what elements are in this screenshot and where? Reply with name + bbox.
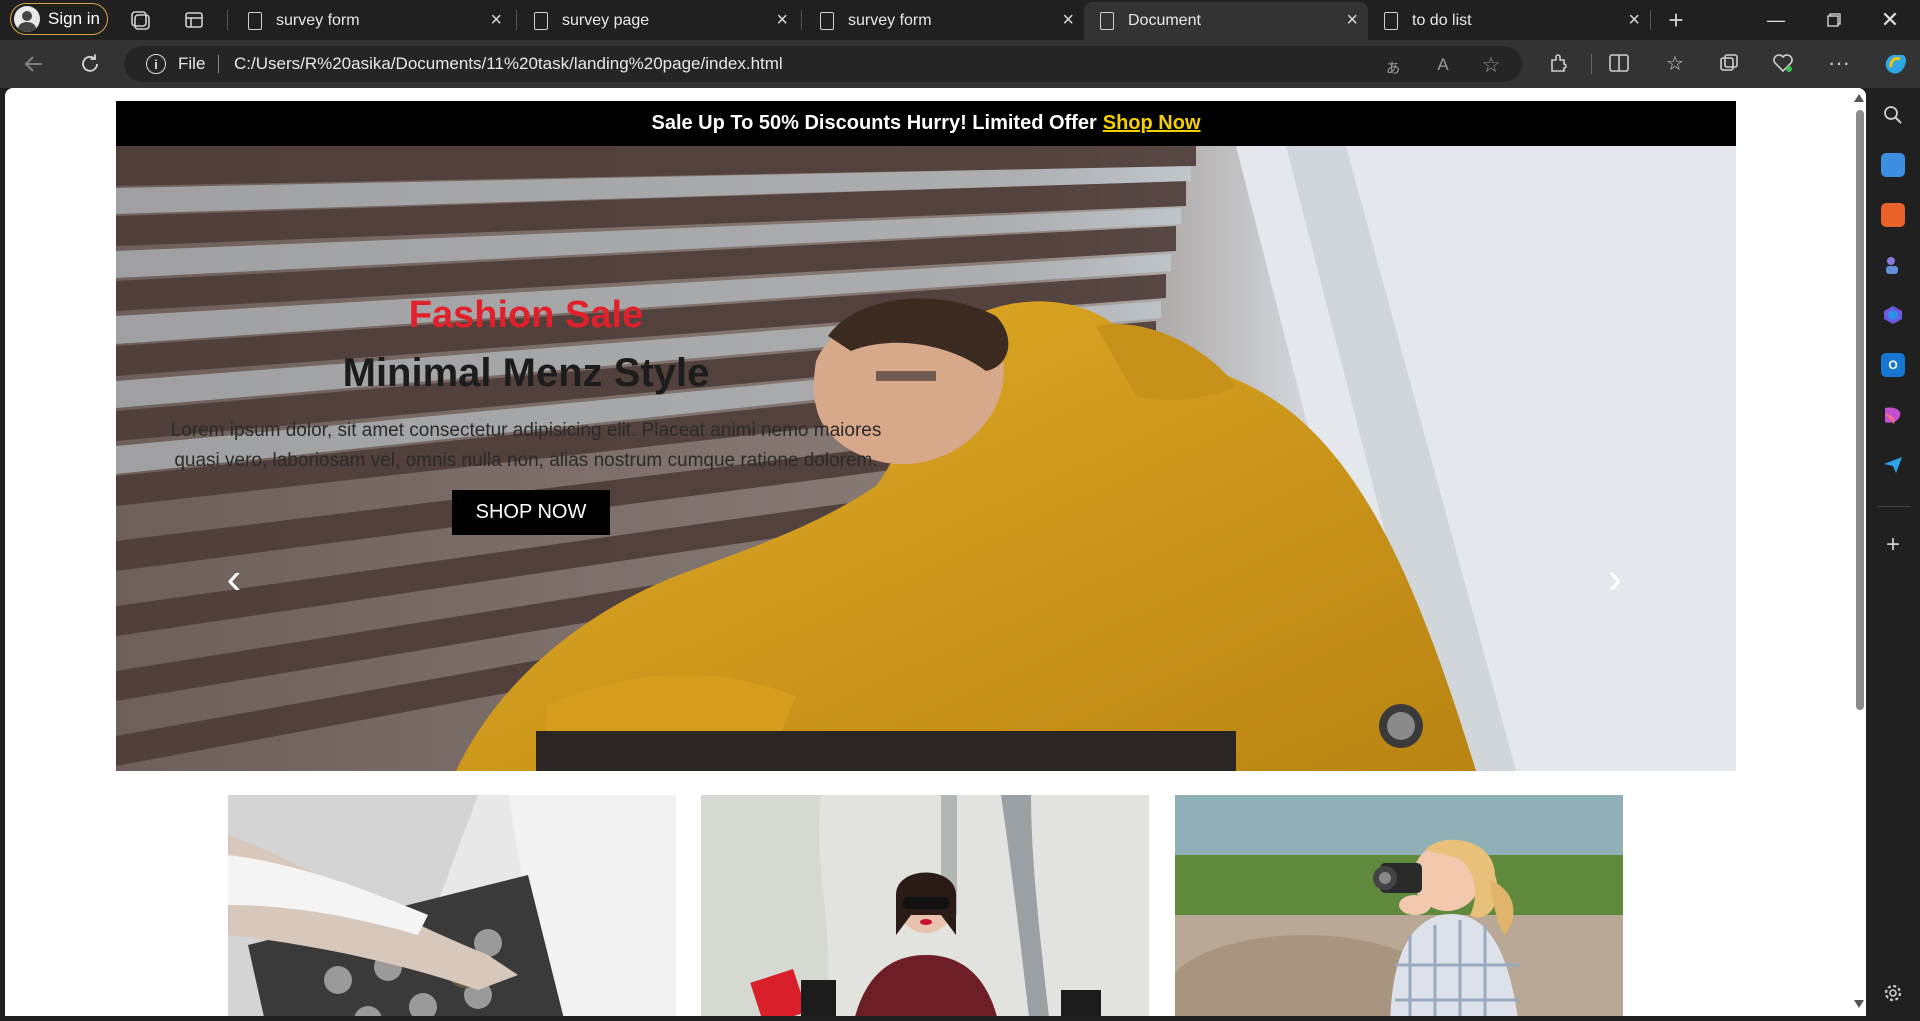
edge-sidebar: O +: [1866, 88, 1920, 1021]
browser-essentials-icon[interactable]: [1770, 50, 1796, 76]
close-icon[interactable]: ×: [1346, 10, 1358, 30]
search-icon[interactable]: [1881, 103, 1905, 127]
shopping-woman-image: [701, 795, 1149, 1016]
tab-title: survey page: [562, 12, 650, 29]
scroll-down-arrow-icon[interactable]: [1854, 1000, 1864, 1008]
product-card-camera-girl[interactable]: [1175, 795, 1623, 1016]
sign-in-label: Sign in: [48, 9, 100, 28]
tools-briefcase-icon[interactable]: [1881, 203, 1905, 227]
back-arrow-icon[interactable]: [20, 50, 48, 78]
url-text[interactable]: C:/Users/R%20asika/Documents/11%20task/l…: [234, 54, 783, 74]
restore-icon[interactable]: [1806, 4, 1862, 36]
tab-title: survey form: [276, 12, 360, 29]
hero-kicker: Fashion Sale: [408, 294, 644, 336]
address-toolbar: i File C:/Users/R%20asika/Documents/11%2…: [0, 40, 1920, 88]
tab-actions-icon[interactable]: [182, 8, 206, 32]
promo-shop-now-link[interactable]: Shop Now: [1103, 112, 1201, 135]
watches-image: [228, 795, 676, 1016]
close-icon[interactable]: ×: [776, 10, 788, 30]
hero-shop-now-button[interactable]: SHOP NOW: [452, 490, 610, 535]
document-icon: [248, 12, 262, 30]
new-tab-plus-icon[interactable]: +: [1664, 5, 1688, 35]
scroll-up-arrow-icon[interactable]: [1854, 94, 1864, 102]
extensions-icon[interactable]: [1546, 50, 1572, 76]
read-aloud-icon[interactable]: A: [1432, 54, 1454, 76]
refresh-icon[interactable]: [76, 50, 104, 78]
hero-text-block: Fashion Sale Minimal Menz Style Lorem ip…: [116, 146, 936, 771]
promo-banner: Sale Up To 50% Discounts Hurry! Limited …: [116, 101, 1736, 146]
more-options-icon[interactable]: ···: [1826, 50, 1852, 76]
tab-survey-page[interactable]: survey page ×: [518, 2, 798, 40]
tab-survey-form-1[interactable]: survey form ×: [232, 2, 512, 40]
tab-title: Document: [1128, 12, 1201, 29]
shopping-tag-icon[interactable]: [1881, 153, 1905, 177]
close-icon[interactable]: ×: [1062, 10, 1074, 30]
product-card-watches[interactable]: [228, 795, 676, 1016]
document-icon: [820, 12, 834, 30]
page-viewport: Sale Up To 50% Discounts Hurry! Limited …: [5, 88, 1866, 1016]
info-icon[interactable]: i: [146, 54, 166, 74]
add-sidebar-app-plus-icon[interactable]: +: [1881, 531, 1905, 558]
hero-body-text: Lorem ipsum dolor, sit amet consectetur …: [170, 420, 882, 471]
document-icon: [1100, 12, 1114, 30]
microsoft-365-icon[interactable]: [1881, 303, 1905, 327]
close-icon[interactable]: ×: [490, 10, 502, 30]
translate-icon[interactable]: ぁ: [1382, 54, 1404, 77]
url-scheme: File: [178, 54, 206, 73]
tab-document[interactable]: Document ×: [1084, 2, 1368, 40]
tab-to-do-list[interactable]: to do list ×: [1368, 2, 1650, 40]
close-icon[interactable]: ×: [1628, 10, 1640, 30]
copilot-icon[interactable]: [1880, 48, 1910, 78]
hero-headline: Minimal Menz Style: [342, 351, 710, 395]
page-scrollbar[interactable]: [1853, 88, 1866, 1016]
address-bar[interactable]: i File C:/Users/R%20asika/Documents/11%2…: [124, 46, 1522, 82]
close-window-icon[interactable]: ✕: [1862, 4, 1918, 36]
tab-survey-form-2[interactable]: survey form ×: [804, 2, 1084, 40]
designer-icon[interactable]: [1881, 403, 1905, 427]
split-screen-icon[interactable]: [1606, 50, 1632, 76]
collections-icon[interactable]: [1716, 50, 1742, 76]
tab-strip: Sign in survey form × survey page × surv…: [0, 0, 1920, 40]
send-arrow-icon[interactable]: [1881, 453, 1905, 477]
carousel-next-chevron-icon[interactable]: ›: [1600, 557, 1630, 601]
document-icon: [534, 12, 548, 30]
document-icon: [1384, 12, 1398, 30]
minimize-icon[interactable]: —: [1748, 4, 1804, 36]
camera-girl-image: [1175, 795, 1623, 1016]
outlook-icon[interactable]: O: [1881, 353, 1905, 377]
tab-title: survey form: [848, 12, 932, 29]
hero-carousel: Fashion Sale Minimal Menz Style Lorem ip…: [116, 146, 1736, 771]
favorites-icon[interactable]: ☆: [1662, 50, 1688, 76]
favorite-star-icon[interactable]: ☆: [1480, 54, 1502, 77]
avatar-icon: [14, 6, 40, 32]
tab-title: to do list: [1412, 12, 1472, 29]
settings-gear-icon[interactable]: [1881, 981, 1905, 1005]
workspaces-icon[interactable]: [128, 8, 152, 32]
sign-in-button[interactable]: Sign in: [10, 3, 108, 35]
games-icon[interactable]: [1881, 253, 1905, 277]
carousel-prev-chevron-icon[interactable]: ‹: [219, 557, 249, 601]
product-card-shopping-woman[interactable]: [701, 795, 1149, 1016]
scrollbar-thumb[interactable]: [1856, 110, 1864, 710]
promo-text: Sale Up To 50% Discounts Hurry! Limited …: [651, 112, 1097, 134]
